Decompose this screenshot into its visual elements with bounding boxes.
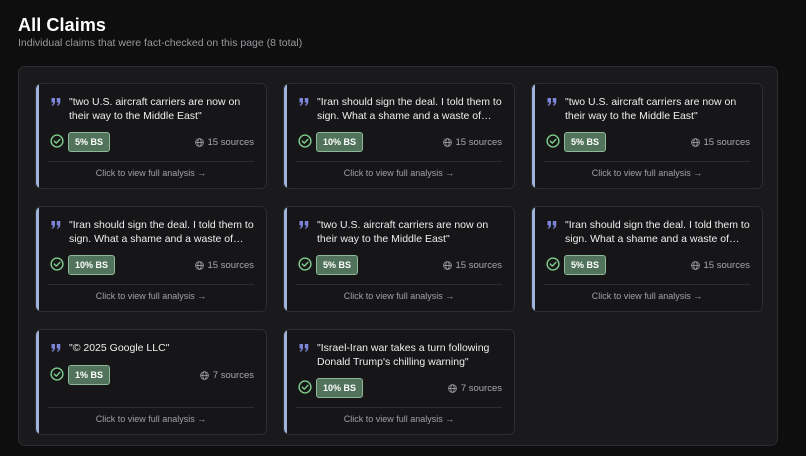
- globe-icon: [442, 261, 452, 270]
- claim-card[interactable]: "Iran should sign the deal. I told them …: [35, 206, 267, 312]
- view-analysis-link[interactable]: Click to view full analysis →: [284, 291, 514, 301]
- card-divider: [48, 284, 254, 285]
- sources-label: 15 sources: [207, 260, 254, 271]
- globe-icon: [690, 261, 700, 270]
- card-divider: [544, 161, 750, 162]
- sources-label: 15 sources: [703, 137, 750, 148]
- view-analysis-link[interactable]: Click to view full analysis →: [36, 168, 266, 178]
- quote-icon: [51, 344, 61, 352]
- globe-icon: [200, 371, 209, 380]
- globe-icon: [194, 138, 204, 147]
- view-analysis-link[interactable]: Click to view full analysis →: [284, 414, 514, 424]
- claims-panel: "two U.S. aircraft carriers are now on t…: [18, 66, 778, 446]
- claim-text: "Israel-Iran war takes a turn following …: [317, 342, 490, 368]
- sources-count: 15 sources: [442, 260, 502, 271]
- sources-count: 7 sources: [200, 370, 254, 381]
- sources-label: 15 sources: [207, 137, 254, 148]
- quote-icon: [547, 98, 557, 106]
- quote-icon: [547, 221, 557, 229]
- quote-icon: [299, 221, 309, 229]
- page-subtitle: Individual claims that were fact-checked…: [18, 37, 303, 49]
- sources-count: 15 sources: [442, 137, 502, 148]
- claim-text: "Iran should sign the deal. I told them …: [317, 96, 502, 122]
- claim-card[interactable]: "two U.S. aircraft carriers are now on t…: [283, 206, 515, 312]
- sources-count: 15 sources: [690, 260, 750, 271]
- claim-card[interactable]: "two U.S. aircraft carriers are now on t…: [531, 83, 763, 189]
- check-circle-icon: [298, 134, 312, 148]
- check-circle-icon: [50, 257, 64, 271]
- bs-score-badge: 5% BS: [68, 132, 111, 152]
- claim-card[interactable]: "© 2025 Google LLC" 1% BS 7 sources Clic…: [35, 329, 267, 435]
- quote-icon: [299, 344, 309, 352]
- claim-card[interactable]: "Iran should sign the deal. I told them …: [531, 206, 763, 312]
- view-analysis-link[interactable]: Click to view full analysis →: [284, 168, 514, 178]
- sources-count: 15 sources: [690, 137, 750, 148]
- check-circle-icon: [298, 380, 312, 394]
- check-circle-icon: [50, 134, 64, 148]
- check-circle-icon: [50, 367, 64, 381]
- claim-card[interactable]: "two U.S. aircraft carriers are now on t…: [35, 83, 267, 189]
- view-analysis-link[interactable]: Click to view full analysis →: [532, 291, 762, 301]
- card-divider: [296, 284, 502, 285]
- bs-score-badge: 10% BS: [68, 255, 116, 275]
- sources-count: 15 sources: [194, 137, 254, 148]
- globe-icon: [442, 138, 452, 147]
- globe-icon: [448, 384, 457, 393]
- bs-score-badge: 10% BS: [316, 132, 364, 152]
- claim-text: "two U.S. aircraft carriers are now on t…: [69, 96, 241, 122]
- claim-text: "Iran should sign the deal. I told them …: [565, 219, 750, 245]
- claim-card[interactable]: "Israel-Iran war takes a turn following …: [283, 329, 515, 435]
- view-analysis-link[interactable]: Click to view full analysis →: [36, 414, 266, 424]
- card-divider: [48, 161, 254, 162]
- view-analysis-link[interactable]: Click to view full analysis →: [36, 291, 266, 301]
- sources-label: 7 sources: [212, 370, 254, 381]
- sources-count: 7 sources: [448, 383, 502, 394]
- sources-label: 15 sources: [455, 260, 502, 271]
- view-analysis-link[interactable]: Click to view full analysis →: [532, 168, 762, 178]
- claim-text: "two U.S. aircraft carriers are now on t…: [565, 96, 737, 122]
- sources-label: 7 sources: [460, 383, 502, 394]
- card-divider: [296, 161, 502, 162]
- sources-label: 15 sources: [703, 260, 750, 271]
- bs-score-badge: 5% BS: [316, 255, 359, 275]
- claim-card[interactable]: "Iran should sign the deal. I told them …: [283, 83, 515, 189]
- sources-label: 15 sources: [455, 137, 502, 148]
- quote-icon: [299, 98, 309, 106]
- quote-icon: [51, 98, 61, 106]
- card-divider: [296, 407, 502, 408]
- claim-text: "two U.S. aircraft carriers are now on t…: [317, 219, 489, 245]
- check-circle-icon: [546, 134, 560, 148]
- claim-text: "© 2025 Google LLC": [69, 342, 170, 354]
- bs-score-badge: 10% BS: [316, 378, 364, 398]
- page-title: All Claims: [18, 15, 107, 35]
- sources-count: 15 sources: [194, 260, 254, 271]
- claim-text: "Iran should sign the deal. I told them …: [69, 219, 254, 245]
- quote-icon: [51, 221, 61, 229]
- globe-icon: [690, 138, 700, 147]
- check-circle-icon: [546, 257, 560, 271]
- card-divider: [544, 284, 750, 285]
- bs-score-badge: 1% BS: [68, 365, 111, 385]
- check-circle-icon: [298, 257, 312, 271]
- card-divider: [48, 407, 254, 408]
- bs-score-badge: 5% BS: [564, 255, 607, 275]
- globe-icon: [194, 261, 204, 270]
- bs-score-badge: 5% BS: [564, 132, 607, 152]
